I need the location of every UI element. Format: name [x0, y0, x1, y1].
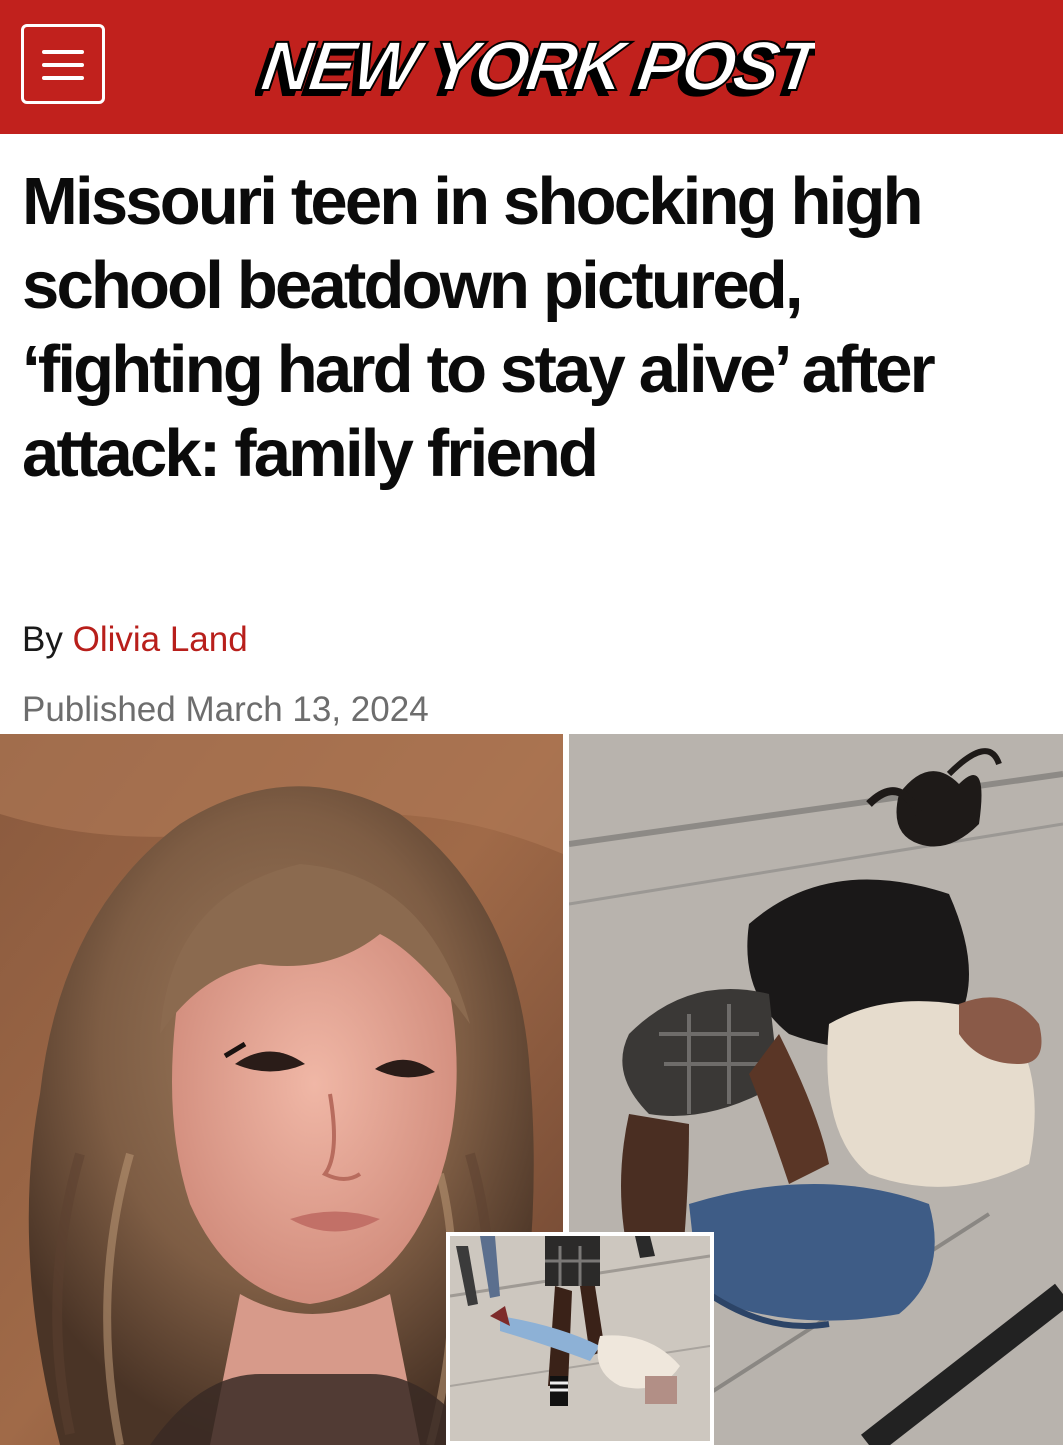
- site-logo[interactable]: NEW YORK POST NEW YORK POST: [255, 18, 815, 110]
- inset-video-still: [446, 1232, 714, 1445]
- publish-date: Published March 13, 2024: [22, 690, 429, 729]
- svg-text:NEW YORK POST: NEW YORK POST: [257, 26, 815, 105]
- menu-button[interactable]: [21, 24, 105, 104]
- article-photo-collage[interactable]: [0, 734, 1063, 1445]
- author-link[interactable]: Olivia Land: [73, 620, 248, 659]
- byline-prefix: By: [22, 620, 63, 659]
- site-header: NEW YORK POST NEW YORK POST: [0, 0, 1063, 134]
- article-headline: Missouri teen in shocking high school be…: [22, 164, 936, 491]
- byline: By Olivia Land: [22, 620, 248, 660]
